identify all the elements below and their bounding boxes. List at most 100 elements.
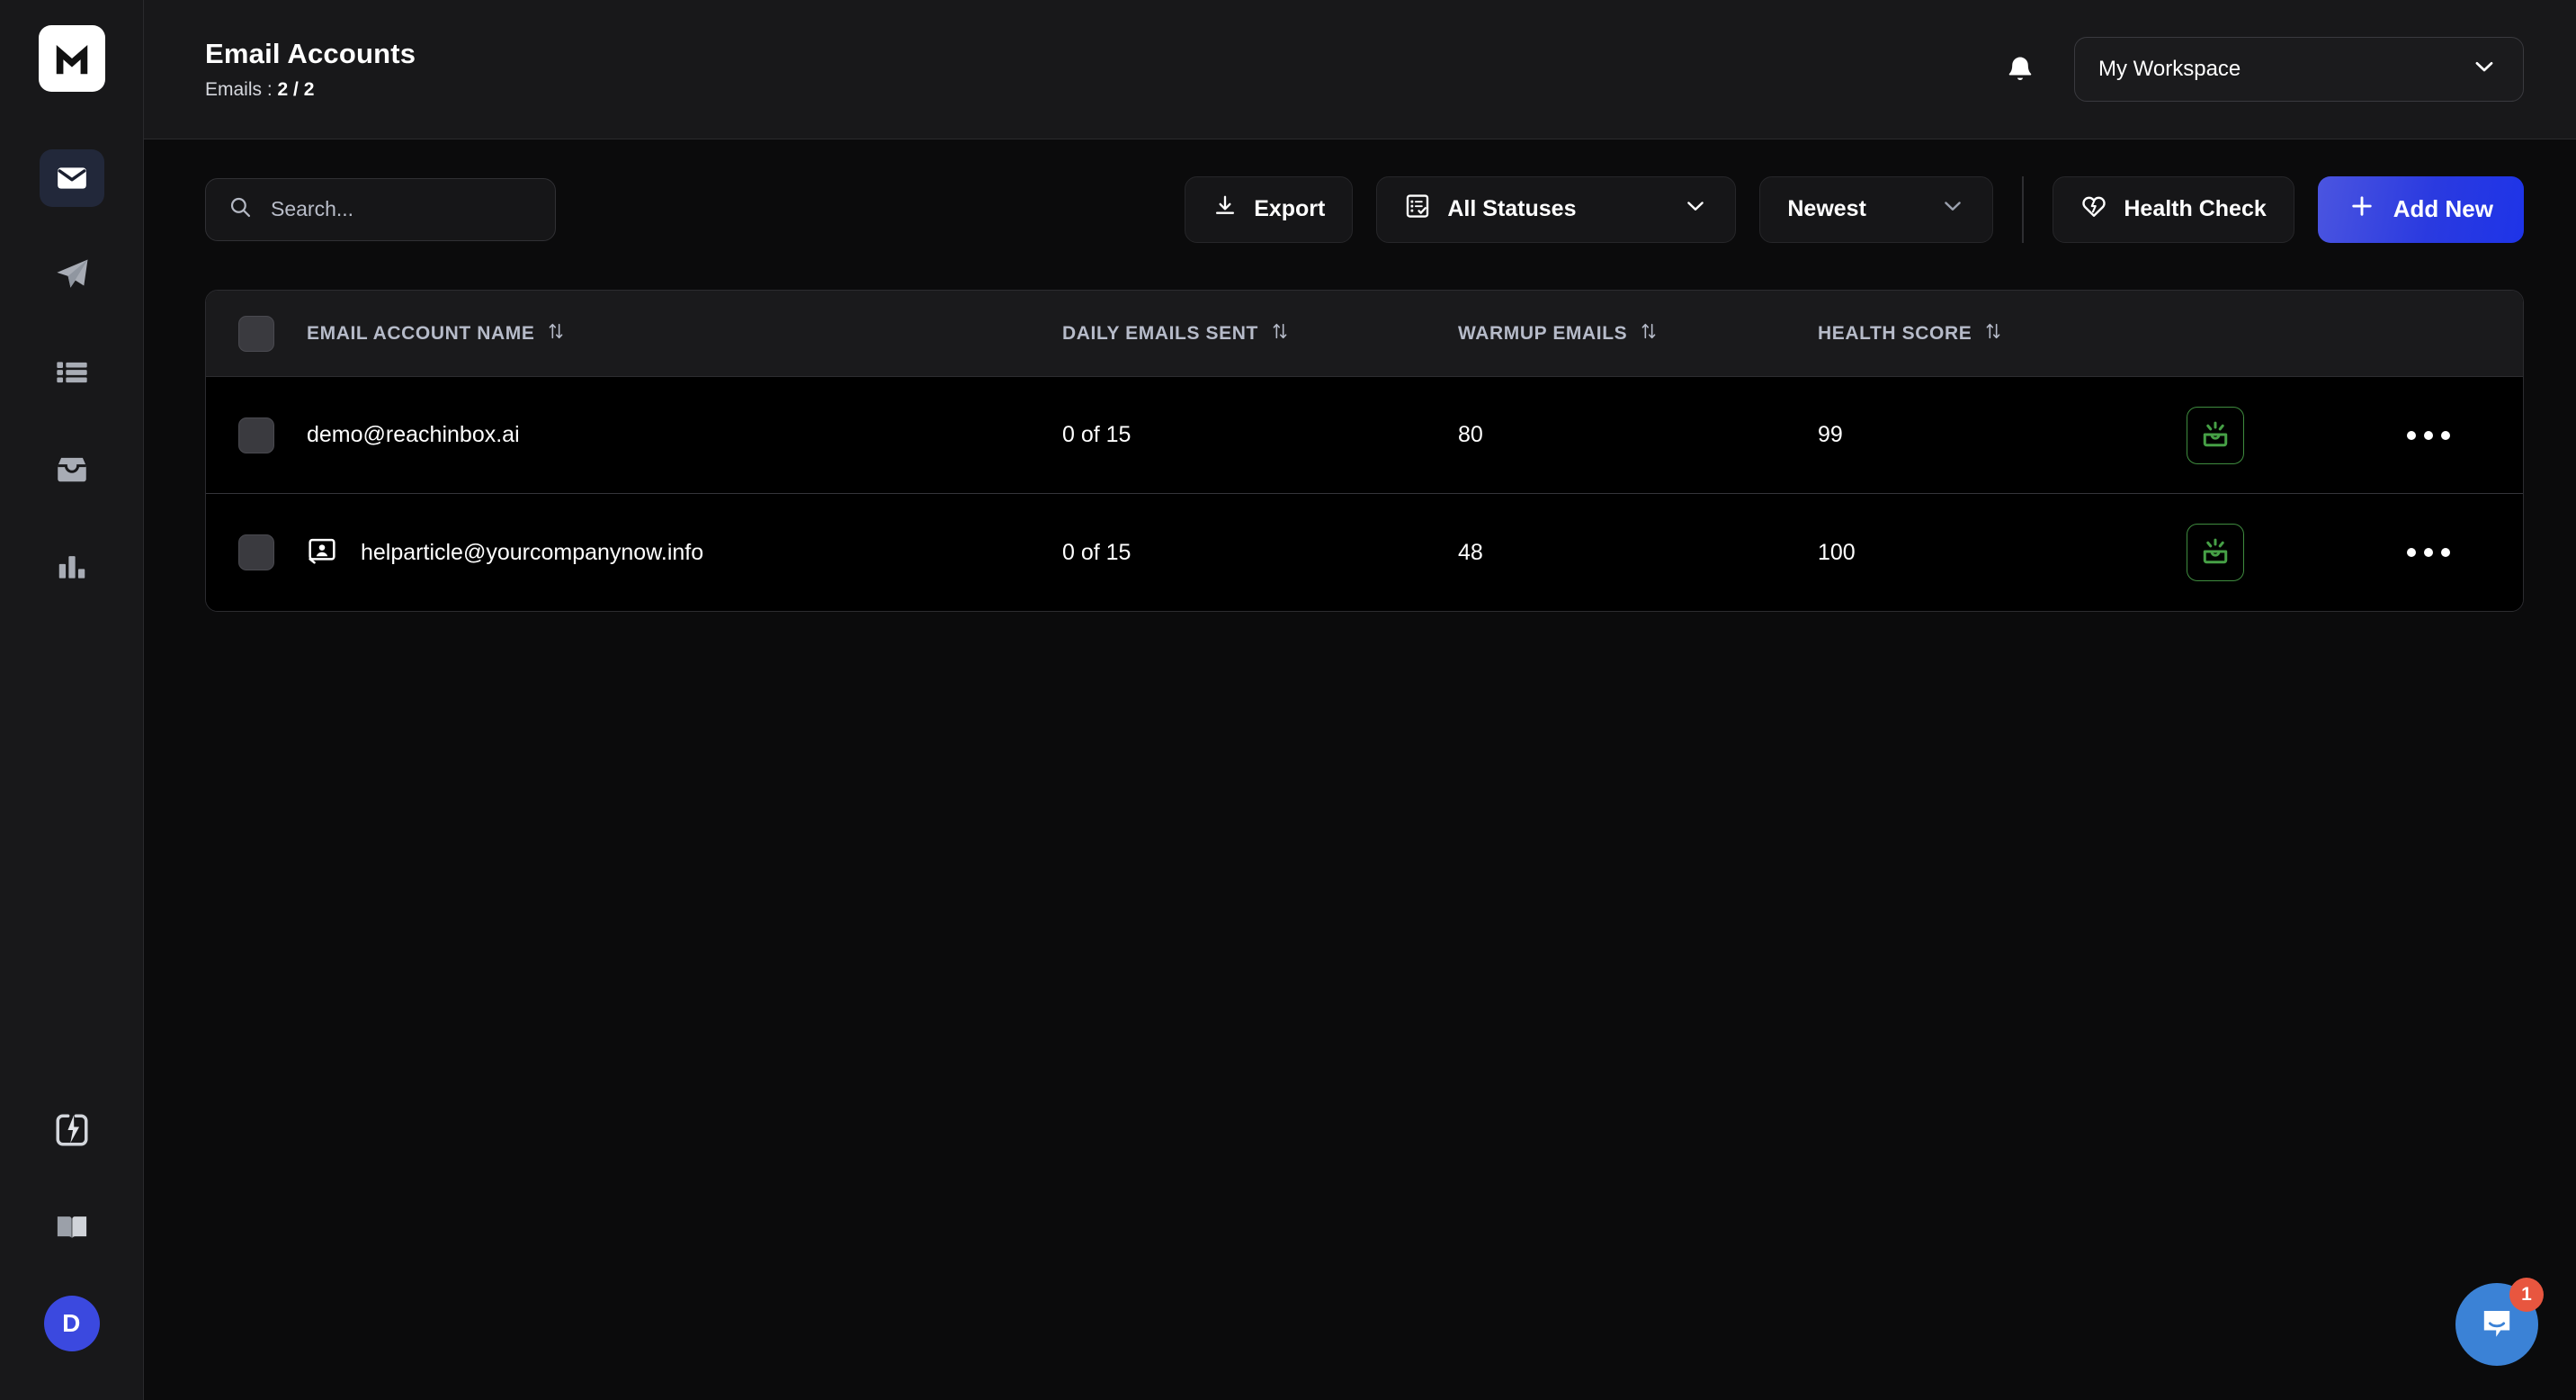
- plus-icon: [2348, 193, 2375, 226]
- page-title: Email Accounts: [205, 38, 416, 69]
- avatar[interactable]: D: [43, 1296, 100, 1351]
- sidebar-item-campaigns[interactable]: [40, 247, 104, 304]
- sidebar-nav-secondary: D: [40, 1101, 104, 1351]
- add-new-button[interactable]: Add New: [2317, 175, 2524, 243]
- toolbar-actions: Export All Statuses Newest Health Check …: [1185, 175, 2524, 243]
- toolbar: Export: [205, 139, 2524, 279]
- cell-warmup-emails: 80: [1458, 422, 1483, 447]
- column-daily-emails-sent[interactable]: DAILY EMAILS SENT: [1062, 321, 1458, 346]
- email-address: demo@reachinbox.ai: [307, 422, 520, 447]
- notifications-button[interactable]: [2000, 49, 2040, 89]
- table-header-row: EMAIL ACCOUNT NAME DAILY EMAILS SENT WAR…: [206, 291, 2523, 377]
- column-warmup-emails[interactable]: WARMUP EMAILS: [1458, 321, 1818, 346]
- email-accounts-table: EMAIL ACCOUNT NAME DAILY EMAILS SENT WAR…: [205, 290, 2524, 612]
- workspace-selector[interactable]: My Workspace: [2074, 37, 2524, 102]
- column-email-account-name[interactable]: EMAIL ACCOUNT NAME: [307, 321, 1062, 346]
- cell-warmup-status: [2178, 406, 2334, 464]
- app-root: D Email Accounts Emails : 2 / 2 My Works…: [0, 0, 2576, 1400]
- warmup-active-icon[interactable]: [2187, 524, 2244, 581]
- sort-label: Newest: [1787, 196, 1866, 221]
- column-label: HEALTH SCORE: [1818, 322, 1972, 344]
- sidebar-item-email-accounts[interactable]: [39, 149, 104, 207]
- sidebar-item-docs[interactable]: [40, 1198, 104, 1256]
- cell-warmup-emails: 48: [1458, 539, 1483, 565]
- zap-square-icon: [56, 1114, 87, 1146]
- chat-unread-badge: 1: [2509, 1278, 2544, 1312]
- chevron-down-icon: [1683, 193, 1708, 225]
- warmup-active-icon[interactable]: [2187, 406, 2244, 464]
- sort-arrows-icon: [1640, 321, 1658, 346]
- top-header: Email Accounts Emails : 2 / 2 My Workspa…: [144, 0, 2576, 139]
- export-button[interactable]: Export: [1185, 175, 1354, 243]
- cell-email-account-name: helparticle@yourcompanynow.info: [307, 535, 1062, 570]
- cell-daily-emails-sent: 0 of 15: [1062, 422, 1131, 447]
- chat-unread-count: 1: [2521, 1284, 2532, 1305]
- main-area: Email Accounts Emails : 2 / 2 My Workspa…: [144, 0, 2576, 1400]
- email-address: helparticle@yourcompanynow.info: [361, 539, 704, 565]
- workspace-label: My Workspace: [2098, 57, 2241, 81]
- checklist-icon: [1404, 193, 1431, 226]
- sort-arrows-icon: [547, 321, 565, 346]
- download-icon: [1212, 193, 1238, 225]
- column-label: WARMUP EMAILS: [1458, 322, 1628, 344]
- emails-count-value: 2 / 2: [277, 79, 315, 100]
- cell-warmup-status: [2178, 524, 2334, 581]
- sidebar-item-lists[interactable]: [40, 344, 104, 401]
- cell-health-score: 100: [1818, 539, 1856, 565]
- cell-actions: [2334, 548, 2523, 557]
- search-box[interactable]: [205, 177, 556, 241]
- mail-icon: [57, 167, 86, 189]
- row-select-cell: [206, 417, 307, 453]
- header-titles: Email Accounts Emails : 2 / 2: [205, 38, 416, 101]
- table-row[interactable]: helparticle@yourcompanynow.info 0 of 15 …: [206, 494, 2523, 611]
- more-horizontal-icon[interactable]: [2407, 430, 2450, 440]
- cell-actions: [2334, 430, 2523, 440]
- sidebar-item-analytics[interactable]: [40, 538, 104, 596]
- add-new-label: Add New: [2393, 195, 2493, 222]
- sort-arrows-icon: [1984, 321, 2002, 346]
- sidebar-item-integrations[interactable]: [40, 1101, 104, 1159]
- chevron-down-icon: [1940, 193, 1965, 225]
- sort-arrows-icon: [1271, 321, 1289, 346]
- chevron-down-icon: [2471, 53, 2498, 86]
- emails-count: Emails : 2 / 2: [205, 79, 416, 101]
- health-check-label: Health Check: [2124, 196, 2267, 221]
- chat-widget-button[interactable]: 1: [2455, 1278, 2544, 1366]
- more-horizontal-icon[interactable]: [2407, 548, 2450, 557]
- cell-daily-emails-sent: 0 of 15: [1062, 539, 1131, 565]
- status-filter-label: All Statuses: [1447, 196, 1577, 221]
- cell-email-account-name: demo@reachinbox.ai: [307, 422, 1062, 448]
- heart-pulse-icon: [2080, 193, 2107, 226]
- export-label: Export: [1254, 196, 1326, 221]
- emails-count-label: Emails :: [205, 79, 278, 100]
- app-logo[interactable]: [38, 25, 105, 92]
- search-input[interactable]: [271, 197, 533, 221]
- search-icon: [228, 194, 253, 224]
- paper-plane-icon: [56, 259, 87, 288]
- select-all-checkbox[interactable]: [238, 315, 274, 352]
- row-checkbox[interactable]: [238, 534, 274, 570]
- inbox-icon: [57, 457, 86, 482]
- status-filter-dropdown[interactable]: All Statuses: [1376, 175, 1737, 243]
- column-health-score[interactable]: HEALTH SCORE: [1818, 321, 2178, 346]
- cell-health-score: 99: [1818, 422, 1843, 447]
- sort-dropdown[interactable]: Newest: [1759, 175, 1994, 243]
- table-row[interactable]: demo@reachinbox.ai 0 of 15 80 99: [206, 377, 2523, 494]
- content-area: Export: [144, 139, 2576, 1400]
- column-label: DAILY EMAILS SENT: [1062, 322, 1258, 344]
- row-checkbox[interactable]: [238, 417, 274, 453]
- select-all-cell: [206, 315, 307, 352]
- sidebar-nav-primary: [39, 149, 104, 596]
- row-select-cell: [206, 534, 307, 570]
- bar-chart-icon: [58, 556, 85, 579]
- sidebar-item-inbox[interactable]: [40, 441, 104, 498]
- sidebar: D: [0, 0, 144, 1400]
- logo-m-icon: [56, 45, 87, 75]
- column-label: EMAIL ACCOUNT NAME: [307, 322, 535, 344]
- toolbar-divider: [2022, 175, 2025, 243]
- health-check-button[interactable]: Health Check: [2053, 175, 2294, 243]
- header-actions: My Workspace: [2000, 37, 2524, 102]
- list-icon: [56, 362, 87, 383]
- chat-bubble-icon: [2483, 1311, 2510, 1337]
- bell-icon: [2008, 57, 2032, 80]
